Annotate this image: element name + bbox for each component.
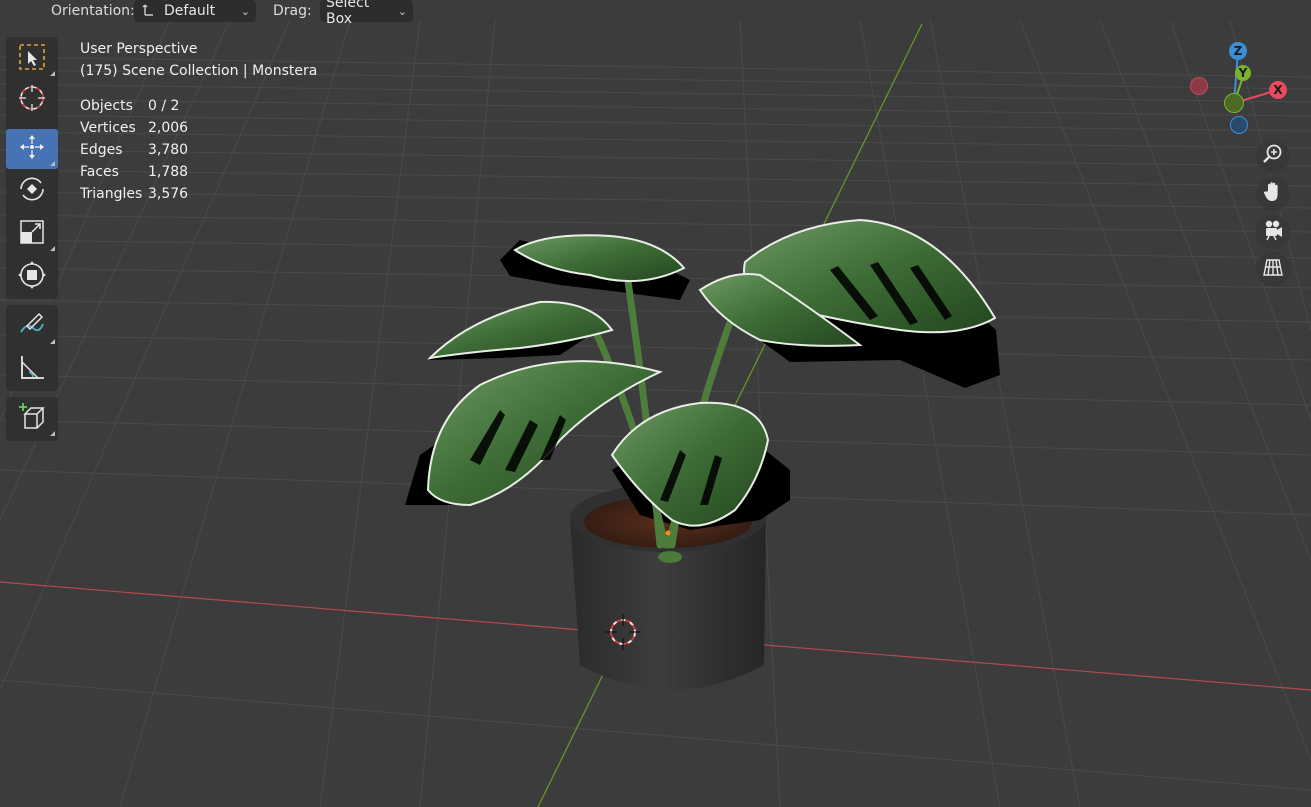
gizmo-neg-z-axis[interactable]	[1230, 116, 1248, 134]
orientation-label: Orientation:	[51, 3, 135, 19]
measure-tool[interactable]	[6, 349, 58, 389]
annotate-icon	[17, 310, 47, 344]
stat-row-edges: Edges 3,780	[80, 139, 280, 161]
navigation-gizmo[interactable]: Z Y X	[1180, 38, 1290, 138]
gizmo-y-label: Y	[1238, 66, 1248, 80]
orientation-dropdown[interactable]: Default ⌄	[134, 0, 256, 22]
gizmo-x-label: X	[1273, 83, 1283, 97]
select-box-tool[interactable]	[6, 39, 58, 79]
drag-value: Select Box	[326, 0, 370, 27]
camera-view-button[interactable]	[1256, 215, 1290, 249]
stat-row-faces: Faces 1,788	[80, 161, 280, 183]
stat-label: Faces	[80, 164, 119, 180]
zoom-button[interactable]	[1256, 139, 1290, 173]
drag-dropdown[interactable]: Select Box ⌄	[320, 0, 413, 27]
tool-group-annotate	[6, 305, 58, 391]
gizmo-neg-x-axis[interactable]	[1190, 77, 1208, 95]
measure-icon	[17, 352, 47, 386]
chevron-down-icon: ⌄	[397, 4, 407, 18]
transform-tool[interactable]	[6, 257, 58, 297]
stat-label: Vertices	[80, 120, 136, 136]
select-box-icon	[18, 43, 46, 75]
gizmo-x-axis[interactable]: X	[1269, 81, 1287, 99]
object-origin	[665, 530, 671, 536]
collection-line: (175) Scene Collection | Monstera	[80, 63, 318, 79]
orientation-value: Default	[164, 3, 216, 19]
camera-icon	[1262, 219, 1284, 245]
stat-row-triangles: Triangles 3,576	[80, 183, 280, 205]
cursor-tool[interactable]	[6, 80, 58, 120]
tool-group-add	[6, 397, 58, 441]
move-tool[interactable]	[6, 129, 58, 169]
stat-label: Edges	[80, 142, 123, 158]
transform-icon	[17, 260, 47, 294]
grid-icon	[1262, 256, 1284, 282]
gizmo-z-label: Z	[1233, 44, 1243, 58]
perspective-toggle-button[interactable]	[1256, 252, 1290, 286]
scene-statistics: Objects 0 / 2 Vertices 2,006 Edges 3,780…	[80, 95, 280, 205]
view-name: User Perspective	[80, 41, 198, 57]
add-cube-icon	[17, 402, 47, 436]
stat-row-objects: Objects 0 / 2	[80, 95, 280, 117]
chevron-down-icon: ⌄	[240, 4, 250, 18]
gizmo-z-axis[interactable]: Z	[1229, 42, 1247, 60]
pan-button[interactable]	[1256, 177, 1290, 211]
stat-value: 3,576	[148, 186, 189, 202]
gizmo-y-axis[interactable]: Y	[1235, 65, 1251, 81]
viewport-header: Orientation: Default ⌄ Drag: Select Box …	[0, 0, 1311, 27]
stat-value: 0 / 2	[148, 98, 180, 114]
viewport-info: User Perspective (175) Scene Collection …	[80, 38, 317, 82]
drag-label: Drag:	[273, 3, 312, 19]
rotate-icon	[17, 174, 47, 208]
orientation-gizmo-icon	[140, 1, 156, 21]
stat-value: 3,780	[148, 142, 189, 158]
annotate-tool[interactable]	[6, 307, 58, 347]
tool-group-transform	[6, 37, 58, 299]
stat-row-vertices: Vertices 2,006	[80, 117, 280, 139]
scale-icon	[18, 218, 46, 250]
stat-value: 1,788	[148, 164, 189, 180]
stat-value: 2,006	[148, 120, 189, 136]
add-cube-tool[interactable]	[6, 399, 58, 439]
stat-label: Objects	[80, 98, 133, 114]
move-icon	[17, 132, 47, 166]
gizmo-neg-y-axis[interactable]	[1224, 93, 1244, 113]
scale-tool[interactable]	[6, 214, 58, 254]
hand-icon	[1262, 181, 1284, 207]
rotate-tool[interactable]	[6, 171, 58, 211]
zoom-icon	[1262, 143, 1284, 169]
cursor-icon	[17, 83, 47, 117]
stat-label: Triangles	[80, 186, 143, 202]
